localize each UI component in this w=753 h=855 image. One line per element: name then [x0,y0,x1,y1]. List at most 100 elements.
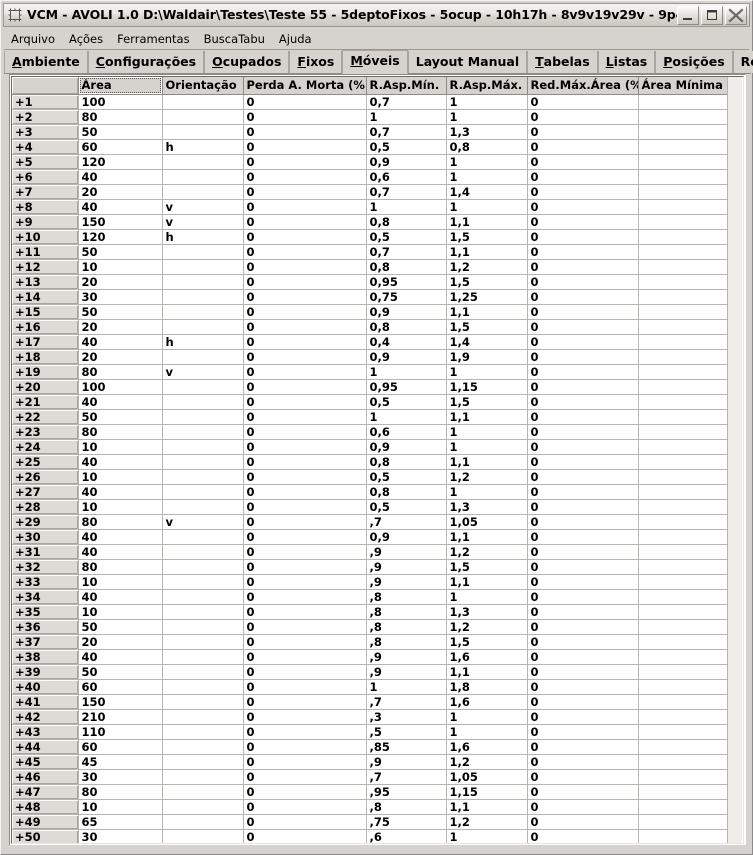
cell-area-minima[interactable] [638,169,728,185]
cell-area[interactable]: 60 [78,679,163,695]
cell-orientacao[interactable] [162,274,244,290]
cell-area-minima[interactable] [638,469,728,485]
tab-layout-manual[interactable]: Layout Manual [407,51,528,73]
cell-perda-a-morta[interactable]: 0 [243,319,367,335]
cell-area-minima[interactable] [638,409,728,425]
cell-area[interactable]: 120 [78,229,163,245]
cell-perda-a-morta[interactable]: 0 [243,709,367,725]
cell-red-max-area[interactable]: 0 [527,484,639,500]
cell-area[interactable]: 50 [78,619,163,635]
table-row[interactable]: +46 30 0,7 1,05 0 [12,769,728,785]
cell-red-max-area[interactable]: 0 [527,559,639,575]
cell-area-minima[interactable] [638,244,728,260]
cell-perda-a-morta[interactable]: 0 [243,604,367,620]
cell-orientacao[interactable] [162,784,244,800]
cell-rasp-min[interactable]: ,3 [366,709,447,725]
cell-rasp-max[interactable]: 1,05 [446,514,528,530]
cell-red-max-area[interactable]: 0 [527,424,639,440]
column-header-area-minima[interactable]: Área Mínima [638,77,728,95]
cell-orientacao[interactable]: h [162,139,244,155]
cell-rasp-max[interactable]: 1,15 [446,379,528,395]
cell-area[interactable]: 10 [78,259,163,275]
cell-rasp-max[interactable]: 1,8 [446,679,528,695]
cell-red-max-area[interactable]: 0 [527,544,639,560]
cell-orientacao[interactable] [162,529,244,545]
row-header-button[interactable]: +42 [12,709,79,725]
cell-rasp-min[interactable]: 0,6 [366,169,447,185]
cell-rasp-min[interactable]: 0,9 [366,154,447,170]
cell-perda-a-morta[interactable]: 0 [243,769,367,785]
row-header-button[interactable]: +44 [12,739,79,755]
cell-area-minima[interactable] [638,439,728,455]
table-row[interactable]: +35 10 0,8 1,3 0 [12,604,728,620]
cell-perda-a-morta[interactable]: 0 [243,394,367,410]
cell-area[interactable]: 50 [78,124,163,140]
cell-orientacao[interactable] [162,619,244,635]
cell-rasp-max[interactable]: 1 [446,439,528,455]
cell-area-minima[interactable] [638,364,728,380]
cell-area-minima[interactable] [638,499,728,515]
cell-area[interactable]: 10 [78,499,163,515]
cell-rasp-max[interactable]: 1 [446,154,528,170]
cell-red-max-area[interactable]: 0 [527,514,639,530]
cell-red-max-area[interactable]: 0 [527,229,639,245]
cell-rasp-max[interactable]: 1 [446,169,528,185]
cell-rasp-min[interactable]: 0,5 [366,394,447,410]
cell-rasp-min[interactable]: 0,8 [366,214,447,230]
cell-red-max-area[interactable]: 0 [527,124,639,140]
cell-rasp-min[interactable]: 0,5 [366,139,447,155]
cell-area[interactable]: 40 [78,544,163,560]
cell-red-max-area[interactable]: 0 [527,799,639,815]
cell-rasp-max[interactable]: 1,5 [446,319,528,335]
cell-area[interactable]: 20 [78,184,163,200]
cell-red-max-area[interactable]: 0 [527,379,639,395]
cell-area[interactable]: 40 [78,199,163,215]
cell-perda-a-morta[interactable]: 0 [243,154,367,170]
cell-red-max-area[interactable]: 0 [527,754,639,770]
cell-area-minima[interactable] [638,214,728,230]
cell-area-minima[interactable] [638,559,728,575]
cell-rasp-min[interactable]: ,9 [366,754,447,770]
cell-orientacao[interactable]: v [162,199,244,215]
row-header-button[interactable]: +13 [12,274,79,290]
table-row[interactable]: +9 150 v 0 0,8 1,1 0 [12,214,728,230]
table-row[interactable]: +11 50 0 0,7 1,1 0 [12,244,728,260]
cell-rasp-min[interactable]: 0,9 [366,304,447,320]
cell-orientacao[interactable] [162,799,244,815]
table-row[interactable]: +8 40 v 0 1 1 0 [12,199,728,215]
cell-rasp-max[interactable]: 1,2 [446,259,528,275]
row-header-button[interactable]: +46 [12,769,79,785]
cell-area[interactable]: 30 [78,289,163,305]
menu-item-ferramentas[interactable]: Ferramentas [110,30,196,48]
cell-area-minima[interactable] [638,724,728,740]
row-header-button[interactable]: +29 [12,514,79,530]
cell-red-max-area[interactable]: 0 [527,499,639,515]
cell-orientacao[interactable] [162,94,244,110]
table-row[interactable]: +22 50 0 1 1,1 0 [12,409,728,425]
cell-perda-a-morta[interactable]: 0 [243,379,367,395]
cell-area-minima[interactable] [638,424,728,440]
row-header-button[interactable]: +35 [12,604,79,620]
cell-rasp-min[interactable]: 0,9 [366,529,447,545]
tab-fixos[interactable]: Fixos [289,51,343,73]
table-row[interactable]: +44 60 0,85 1,6 0 [12,739,728,755]
row-header-button[interactable]: +27 [12,484,79,500]
cell-area-minima[interactable] [638,109,728,125]
row-header-button[interactable]: +49 [12,814,79,830]
cell-perda-a-morta[interactable]: 0 [243,199,367,215]
cell-perda-a-morta[interactable]: 0 [243,574,367,590]
cell-orientacao[interactable] [162,679,244,695]
cell-orientacao[interactable] [162,424,244,440]
cell-rasp-max[interactable]: 1,1 [446,409,528,425]
cell-rasp-min[interactable]: ,8 [366,619,447,635]
cell-orientacao[interactable] [162,664,244,680]
cell-rasp-max[interactable]: 1,05 [446,769,528,785]
cell-rasp-max[interactable]: 1,3 [446,124,528,140]
row-header-button[interactable]: +39 [12,664,79,680]
column-header-rasp-min[interactable]: R.Asp.Mín. [366,77,447,95]
vertical-scrollbar-track[interactable] [728,77,742,843]
cell-area[interactable]: 120 [78,154,163,170]
cell-area[interactable]: 60 [78,139,163,155]
cell-orientacao[interactable] [162,439,244,455]
cell-perda-a-morta[interactable]: 0 [243,544,367,560]
